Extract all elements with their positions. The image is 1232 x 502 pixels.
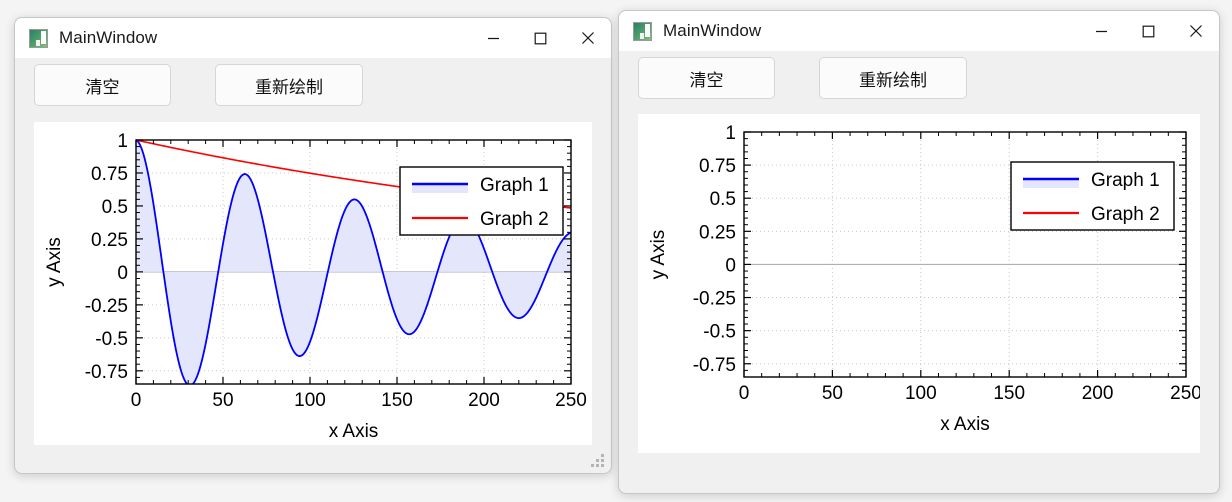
y-tick-label: -0.25 [85, 296, 128, 317]
toolbar-left: 清空 重新绘制 [15, 58, 611, 112]
minimize-button[interactable] [1078, 11, 1125, 51]
x-tick-label: 0 [739, 383, 750, 404]
y-tick-label: 0.5 [710, 189, 736, 210]
window-title: MainWindow [59, 28, 158, 47]
plot-panel-left: 0 50 100 150 200 250 1 0.75 0.5 0.25 0 -0.25 -0.5 -0.… [34, 122, 592, 445]
x-tick-label: 150 [381, 390, 413, 411]
chart-right[interactable]: 0 50 100 150 200 250 1 0.75 0.5 0.25 0 -0.25 -0.5 -0.… [638, 114, 1200, 453]
clear-button[interactable]: 清空 [638, 57, 775, 99]
minimize-button[interactable] [470, 18, 517, 58]
window-right[interactable]: MainWindow 清空 重新绘制 0 50 100 150 200 250 1 0.75 0… [618, 10, 1220, 494]
legend-label-graph-1: Graph 1 [1091, 170, 1160, 191]
y-axis-label: y Axis [44, 237, 65, 287]
x-tick-label: 250 [555, 390, 587, 411]
x-tick-label: 250 [1170, 383, 1200, 404]
x-axis-label: x Axis [940, 414, 990, 435]
redraw-button[interactable]: 重新绘制 [215, 64, 363, 106]
window-title: MainWindow [663, 21, 762, 40]
maximize-button[interactable] [1125, 11, 1172, 51]
chart-left[interactable]: 0 50 100 150 200 250 1 0.75 0.5 0.25 0 -0.25 -0.5 -0.… [34, 122, 592, 445]
y-tick-label: -0.25 [693, 289, 736, 310]
window-left[interactable]: MainWindow 清空 重新绘制 0 50 100 150 200 250 1 0.75 0… [14, 17, 612, 474]
y-axis-label: y Axis [648, 230, 669, 280]
x-tick-label: 200 [468, 390, 500, 411]
resize-grip[interactable] [591, 454, 604, 467]
x-tick-label: 50 [822, 383, 843, 404]
window-controls-left [470, 18, 611, 58]
clear-button[interactable]: 清空 [34, 64, 171, 106]
y-tick-label: 0 [117, 263, 128, 284]
chart-legend[interactable]: Graph 1 Graph 2 [399, 166, 564, 236]
app-icon [29, 28, 48, 48]
window-controls-right [1078, 11, 1219, 51]
x-tick-label: 150 [993, 383, 1025, 404]
titlebar-left[interactable]: MainWindow [15, 18, 611, 58]
close-button[interactable] [564, 18, 611, 58]
y-tick-label: -0.5 [703, 322, 736, 343]
x-tick-label: 200 [1082, 383, 1114, 404]
y-tick-label: 0.5 [102, 197, 128, 218]
x-axis-label: x Axis [329, 421, 379, 442]
y-tick-label: 0 [725, 255, 736, 276]
legend-label-graph-1: Graph 1 [480, 175, 549, 196]
y-tick-label: -0.5 [95, 329, 128, 350]
x-tick-label: 100 [905, 383, 937, 404]
y-tick-label: 1 [725, 123, 736, 144]
y-tick-label: -0.75 [85, 362, 128, 383]
app-icon [633, 21, 652, 41]
x-tick-label: 100 [294, 390, 326, 411]
y-tick-label: 0.25 [699, 222, 736, 243]
titlebar-right[interactable]: MainWindow [619, 11, 1219, 51]
x-tick-label: 0 [131, 390, 142, 411]
x-tick-label: 50 [212, 390, 233, 411]
y-tick-label: 1 [117, 131, 128, 152]
chart-legend[interactable]: Graph 1 Graph 2 [1010, 161, 1175, 231]
toolbar-right: 清空 重新绘制 [619, 51, 1219, 105]
close-button[interactable] [1172, 11, 1219, 51]
y-tick-label: 0.25 [91, 230, 128, 251]
legend-label-graph-2: Graph 2 [480, 209, 549, 230]
y-tick-label: 0.75 [91, 164, 128, 185]
y-tick-label: 0.75 [699, 156, 736, 177]
desktop-root: MainWindow 清空 重新绘制 0 50 100 150 200 250 1 0.75 0… [0, 0, 1232, 502]
plot-panel-right: 0 50 100 150 200 250 1 0.75 0.5 0.25 0 -0.25 -0.5 -0.… [638, 114, 1200, 453]
y-tick-label: -0.75 [693, 355, 736, 376]
legend-label-graph-2: Graph 2 [1091, 204, 1160, 225]
redraw-button[interactable]: 重新绘制 [819, 57, 967, 99]
maximize-button[interactable] [517, 18, 564, 58]
